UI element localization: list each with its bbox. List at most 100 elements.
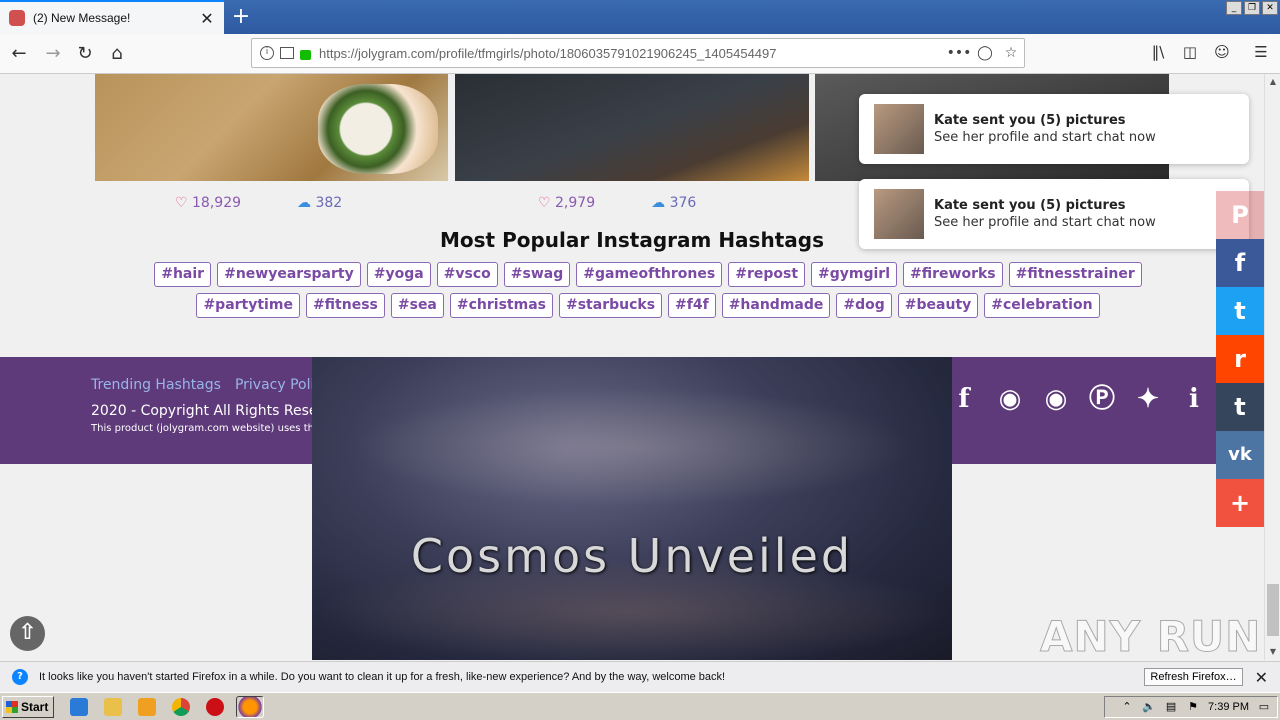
hashtag-link[interactable]: #repost bbox=[728, 262, 806, 287]
hashtag-link[interactable]: #christmas bbox=[449, 293, 553, 318]
permissions-icon[interactable] bbox=[280, 47, 294, 59]
reload-button[interactable]: ↻ bbox=[72, 41, 98, 67]
notification-avatar bbox=[874, 104, 924, 154]
scroll-thumb[interactable] bbox=[1267, 584, 1279, 636]
file-explorer-icon[interactable] bbox=[104, 698, 122, 716]
tab-strip: (2) New Message! ✕ + _ ❐ ✕ bbox=[0, 0, 1280, 34]
chat-notification[interactable]: Kate sent you (5) pictures See her profi… bbox=[859, 94, 1249, 164]
footer-social-icons: f ◉ ◉ Ⓟ ✦ i bbox=[948, 383, 1210, 415]
photo-thumbnail[interactable] bbox=[455, 74, 809, 181]
restore-button[interactable]: ❐ bbox=[1244, 1, 1260, 15]
sidebar-icon[interactable]: ◫ bbox=[1178, 43, 1202, 65]
flag-icon[interactable]: ⚑ bbox=[1186, 700, 1200, 714]
account-icon[interactable]: ☺ bbox=[1210, 43, 1234, 65]
tray-arrow-icon[interactable]: ⌃ bbox=[1120, 700, 1134, 714]
hashtag-link[interactable]: #yoga bbox=[366, 262, 431, 287]
tab-close-icon[interactable]: ✕ bbox=[196, 9, 218, 28]
instagram-icon[interactable]: ◉ bbox=[1040, 383, 1072, 415]
instagram-icon[interactable]: ◉ bbox=[994, 383, 1026, 415]
twitter-icon[interactable]: t bbox=[1216, 287, 1264, 335]
chat-notification[interactable]: Kate sent you (5) pictures See her profi… bbox=[859, 179, 1249, 249]
hashtag-link[interactable]: #swag bbox=[503, 262, 571, 287]
chrome-icon[interactable] bbox=[172, 698, 190, 716]
browser-tab[interactable]: (2) New Message! ✕ bbox=[0, 0, 224, 34]
comments-count: ☁ 382 bbox=[297, 195, 343, 211]
facebook-icon[interactable]: f bbox=[948, 383, 980, 415]
comments-count: ☁ 376 bbox=[651, 195, 697, 211]
new-tab-button[interactable]: + bbox=[228, 4, 254, 30]
hashtag-link[interactable]: #vsco bbox=[436, 262, 498, 287]
notification-subtitle: See her profile and start chat now bbox=[934, 215, 1156, 230]
url-bar[interactable]: i https://jolygram.com/profile/tfmgirls/… bbox=[251, 38, 1025, 68]
refresh-firefox-button[interactable]: Refresh Firefox… bbox=[1144, 668, 1243, 686]
hashtag-link[interactable]: #dog bbox=[836, 293, 892, 318]
hashtag-link[interactable]: #fireworks bbox=[903, 262, 1003, 287]
opera-icon[interactable] bbox=[206, 698, 224, 716]
info-icon[interactable]: i bbox=[1178, 383, 1210, 415]
privacy-policy-link[interactable]: Privacy Polic bbox=[235, 377, 322, 393]
hashtag-link[interactable]: #fitness bbox=[305, 293, 385, 318]
hashtag-link[interactable]: #sea bbox=[390, 293, 444, 318]
footer-links: Trending Hashtags Privacy Polic bbox=[91, 377, 322, 393]
clock[interactable]: 7:39 PM bbox=[1208, 701, 1249, 713]
pinterest-icon[interactable]: P bbox=[1216, 191, 1264, 239]
scroll-up-arrow[interactable]: ▲ bbox=[1265, 74, 1280, 90]
photo-thumbnail[interactable] bbox=[95, 74, 448, 181]
infobar-message: It looks like you haven't started Firefo… bbox=[39, 671, 726, 683]
more-share-icon[interactable]: + bbox=[1216, 479, 1264, 527]
twitter-icon[interactable]: ✦ bbox=[1132, 383, 1164, 415]
minimize-button[interactable]: _ bbox=[1226, 1, 1242, 15]
facebook-icon[interactable]: f bbox=[1216, 239, 1264, 287]
hashtag-link[interactable]: #f4f bbox=[668, 293, 716, 318]
library-icon[interactable]: ‖\ bbox=[1146, 43, 1170, 65]
hashtag-link[interactable]: #celebration bbox=[984, 293, 1100, 318]
internet-explorer-icon[interactable] bbox=[70, 698, 88, 716]
hashtag-link[interactable]: #fitnesstrainer bbox=[1008, 262, 1142, 287]
firefox-taskbar-button[interactable] bbox=[236, 696, 264, 718]
hashtag-link[interactable]: #gymgirl bbox=[811, 262, 898, 287]
hashtag-link[interactable]: #newyearsparty bbox=[217, 262, 361, 287]
menu-icon[interactable]: ☰ bbox=[1249, 43, 1273, 65]
forward-button[interactable]: → bbox=[40, 41, 66, 67]
home-button[interactable]: ⌂ bbox=[104, 41, 130, 67]
scroll-to-top-button[interactable]: ⇧ bbox=[10, 616, 45, 651]
hashtag-link[interactable]: #beauty bbox=[897, 293, 979, 318]
likes-count: ♡ 18,929 bbox=[175, 195, 242, 211]
media-player-icon[interactable] bbox=[138, 698, 156, 716]
system-tray: ⌃ 🔈 ▤ ⚑ 7:39 PM ▭ bbox=[1104, 696, 1278, 718]
show-desktop-icon[interactable]: ▭ bbox=[1257, 700, 1271, 714]
window-controls: _ ❐ ✕ bbox=[1226, 1, 1278, 15]
hashtag-link[interactable]: #handmade bbox=[721, 293, 831, 318]
bookmark-star-icon[interactable]: ☆ bbox=[998, 45, 1024, 61]
windows-taskbar: Start ⌃ 🔈 ▤ ⚑ 7:39 PM ▭ bbox=[0, 692, 1280, 720]
site-info-icon[interactable]: i bbox=[260, 46, 274, 60]
vk-icon[interactable]: vk bbox=[1216, 431, 1264, 479]
reddit-icon[interactable]: r bbox=[1216, 335, 1264, 383]
hashtag-link[interactable]: #partytime bbox=[196, 293, 300, 318]
back-button[interactable]: ← bbox=[6, 41, 32, 67]
footer-note: This product (jolygram.com website) uses… bbox=[91, 423, 321, 434]
tumblr-icon[interactable]: t bbox=[1216, 383, 1264, 431]
anyrun-watermark: ANY RUN bbox=[1039, 612, 1262, 662]
page-actions-icon[interactable]: ••• bbox=[946, 45, 972, 61]
video-ad[interactable]: Cosmos Unveiled bbox=[312, 357, 952, 660]
share-bar: P f t r t vk + bbox=[1216, 191, 1264, 527]
info-icon: ? bbox=[12, 669, 28, 685]
trending-hashtags-link[interactable]: Trending Hashtags bbox=[91, 377, 221, 393]
pocket-icon[interactable]: ◯ bbox=[972, 45, 998, 61]
scroll-down-arrow[interactable]: ▼ bbox=[1265, 644, 1280, 660]
url-text[interactable]: https://jolygram.com/profile/tfmgirls/ph… bbox=[319, 46, 946, 61]
hashtag-list: #hair #newyearsparty #yoga #vsco #swag #… bbox=[128, 262, 1168, 318]
hashtag-link[interactable]: #starbucks bbox=[558, 293, 663, 318]
infobar-close-icon[interactable]: ✕ bbox=[1255, 668, 1268, 687]
volume-icon[interactable]: 🔈 bbox=[1142, 700, 1156, 714]
network-icon[interactable]: ▤ bbox=[1164, 700, 1178, 714]
start-button[interactable]: Start bbox=[2, 696, 54, 718]
hashtag-link[interactable]: #hair bbox=[154, 262, 212, 287]
notification-avatar bbox=[874, 189, 924, 239]
page-scrollbar[interactable]: ▲ ▼ bbox=[1264, 74, 1280, 660]
hashtag-link[interactable]: #gameofthrones bbox=[576, 262, 723, 287]
pinterest-icon[interactable]: Ⓟ bbox=[1086, 383, 1118, 415]
comment-icon: ☁ bbox=[297, 195, 312, 211]
close-window-button[interactable]: ✕ bbox=[1262, 1, 1278, 15]
